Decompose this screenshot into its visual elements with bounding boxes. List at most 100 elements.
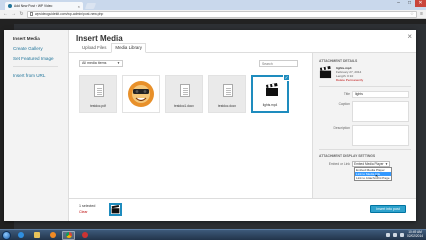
display-settings-heading: ATTACHMENT DISPLAY SETTINGS <box>319 154 376 158</box>
embed-or-link-dropdown: Embed Media Player Link to Media File Li… <box>354 167 392 181</box>
internet-explorer-icon <box>17 232 24 238</box>
menu-item-create-gallery[interactable]: Create Gallery <box>13 46 68 51</box>
address-bar[interactable]: wpvideoguidekit.com/wp-admin/post-new.ph… <box>27 10 418 18</box>
menu-item-insert-media[interactable]: Insert Media <box>13 36 68 41</box>
tab-media-library[interactable]: Media Library <box>111 43 147 53</box>
attachment-details-heading: ATTACHMENT DETAILS <box>319 59 358 63</box>
minimize-button[interactable]: – <box>393 0 404 7</box>
reload-icon[interactable]: ↻ <box>19 11 24 17</box>
volume-icon[interactable] <box>400 232 405 237</box>
media-router-tabs: Upload Files Media Library <box>69 43 416 53</box>
modal-title: Insert Media <box>76 34 123 43</box>
tab-close-icon[interactable]: × <box>78 4 80 9</box>
menu-item-set-featured-image[interactable]: Set Featured Image <box>13 56 68 61</box>
document-icon <box>94 84 104 97</box>
sidebar-divider <box>319 86 411 87</box>
embed-select-value: Embed Media Player <box>354 162 384 166</box>
chrome-icon <box>65 232 72 238</box>
option-link-to-attachment-page[interactable]: Link to Attachment Page <box>355 176 391 180</box>
system-tray: 10:49 AM 02/02/2014 <box>386 230 423 239</box>
caption-field[interactable] <box>352 101 409 122</box>
media-toolbar: 1 selected Clear Insert into post <box>69 198 416 221</box>
attachments-browser: All media items ▼ testdoc.pdf <box>69 53 312 198</box>
lion-mascot-image <box>128 81 154 107</box>
browser-tab[interactable]: Add New Post ‹ WP Video × <box>5 2 83 10</box>
video-clapperboard-icon <box>111 205 120 214</box>
media-search-input[interactable] <box>259 60 298 67</box>
recorder-icon <box>81 232 88 238</box>
description-label: Description <box>333 126 351 130</box>
embed-or-link-label: Embed or Link <box>328 162 350 166</box>
wordpress-favicon-icon <box>8 4 12 8</box>
chevron-down-icon: ▼ <box>385 162 388 166</box>
checkmark-icon[interactable]: ✓ <box>283 74 290 81</box>
menu-item-insert-from-url[interactable]: Insert from URL <box>13 73 68 78</box>
attachment-display-settings: ATTACHMENT DISPLAY SETTINGS Embed or Lin… <box>319 154 410 181</box>
chrome-menu-icon[interactable]: ≡ <box>420 11 423 17</box>
title-field[interactable]: lights <box>352 91 409 98</box>
browser-tab-strip: Add New Post ‹ WP Video × – □ ✕ <box>0 0 426 10</box>
sidebar-divider <box>319 149 411 150</box>
insert-into-post-button[interactable]: Insert into post <box>370 205 406 213</box>
folder-icon <box>33 232 40 238</box>
attachment-filename: testdoc.pdf <box>90 104 106 108</box>
attachment-meta: lights.mp4 February 27, 2014 Length: 0:1… <box>336 66 363 82</box>
media-modal-menu: Insert Media Create Gallery Set Featured… <box>4 30 69 221</box>
attachment-lights-mp4[interactable]: lights.mp4 ✓ <box>251 74 290 113</box>
taskbar-app-explorer[interactable] <box>30 231 43 240</box>
page-icon <box>30 12 33 16</box>
chevron-down-icon: ▼ <box>117 61 120 65</box>
network-icon[interactable] <box>393 232 398 237</box>
title-label: Title <box>343 92 350 96</box>
media-player-icon <box>49 232 56 238</box>
video-clapperboard-icon <box>266 83 278 96</box>
mouse-cursor-icon: ↖ <box>375 174 380 180</box>
modal-close-icon[interactable]: × <box>407 32 412 41</box>
wordpress-admin-bar <box>0 19 426 24</box>
taskbar-app-chrome[interactable] <box>62 230 75 240</box>
close-window-button[interactable]: ✕ <box>415 0 426 7</box>
title-setting: Title lights <box>319 91 410 98</box>
description-field[interactable] <box>352 125 409 146</box>
attachment-image[interactable] <box>122 75 160 113</box>
caption-label: Caption <box>338 102 350 106</box>
address-bar-url[interactable]: wpvideoguidekit.com/wp-admin/post-new.ph… <box>35 12 103 16</box>
bookmark-star-icon[interactable]: ☆ <box>410 11 414 17</box>
media-filter-value: All media items <box>82 61 107 65</box>
windows-start-button[interactable] <box>2 230 11 240</box>
browser-tab-title: Add New Post ‹ WP Video <box>14 4 53 8</box>
system-clock[interactable]: 10:49 AM 02/02/2014 <box>407 230 423 239</box>
attachment-filename: testdoc1.docx <box>174 104 194 108</box>
back-arrow-icon[interactable]: ← <box>3 11 8 17</box>
taskbar-app-recorder[interactable] <box>78 231 91 240</box>
document-icon <box>180 84 190 97</box>
attachment-filename: lights.mp4 <box>262 103 278 107</box>
delete-permanently-link[interactable]: Delete Permanently <box>336 78 363 82</box>
clock-date: 02/02/2014 <box>407 233 423 238</box>
window-controls: – □ ✕ <box>393 0 426 7</box>
document-icon <box>223 84 233 97</box>
maximize-button[interactable]: □ <box>404 0 415 7</box>
taskbar-app-ie[interactable] <box>14 231 27 240</box>
insert-media-modal: Insert Media Create Gallery Set Featured… <box>4 30 416 221</box>
attachment-info: lights.mp4 February 27, 2014 Length: 0:1… <box>319 66 410 82</box>
tab-upload-files[interactable]: Upload Files <box>79 44 109 52</box>
taskbar-app-media[interactable] <box>46 231 59 240</box>
tray-icon[interactable] <box>386 232 391 237</box>
new-tab-button[interactable] <box>84 3 97 9</box>
attachment-details-sidebar: ATTACHMENT DETAILS lights.mp4 February 2… <box>312 53 416 198</box>
windows-taskbar: 10:49 AM 02/02/2014 <box>0 229 426 240</box>
description-setting: Description <box>319 125 410 146</box>
attachment-testdoc-pdf[interactable]: testdoc.pdf <box>79 75 117 113</box>
attachment-testdoc-docx[interactable]: testdoc.docx <box>208 75 246 113</box>
attachment-filename: testdoc.docx <box>218 104 236 108</box>
selection-count: 1 selected <box>79 204 96 208</box>
selected-attachment-thumbnail[interactable] <box>109 203 122 216</box>
forward-arrow-icon[interactable]: → <box>11 11 16 17</box>
media-filter-select[interactable]: All media items ▼ <box>79 60 123 67</box>
video-clapperboard-icon <box>319 66 332 79</box>
menu-separator <box>13 66 58 67</box>
caption-setting: Caption <box>319 101 410 122</box>
attachment-testdoc1-docx[interactable]: testdoc1.docx <box>165 75 203 113</box>
clear-selection-link[interactable]: Clear <box>79 210 88 214</box>
